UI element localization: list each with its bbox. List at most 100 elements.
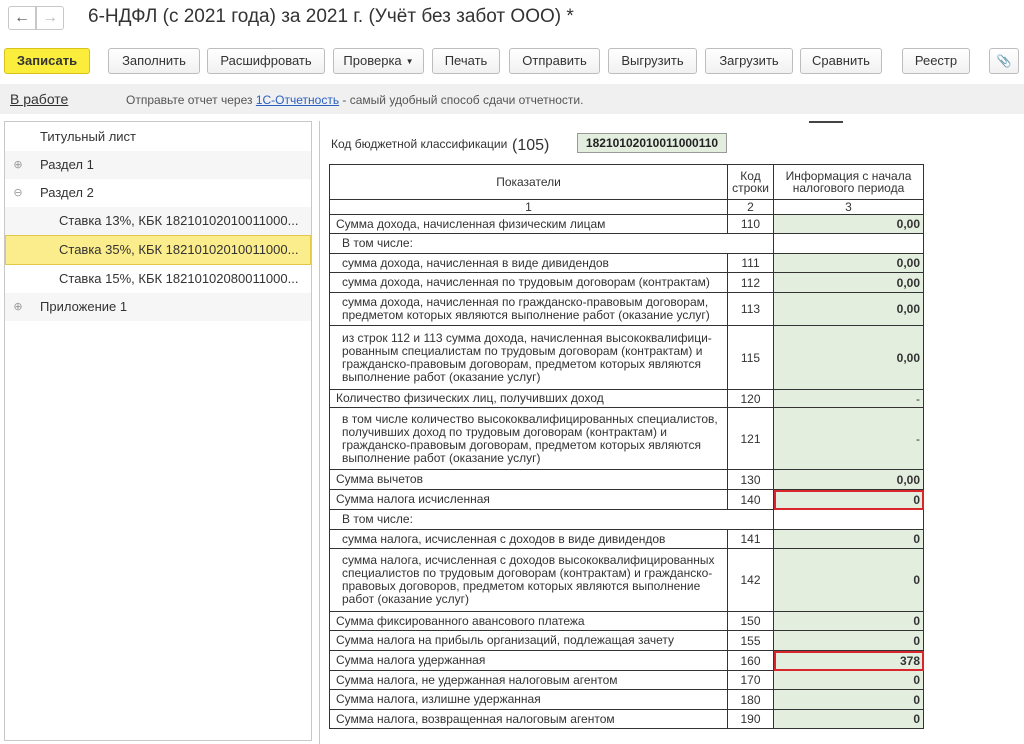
table-row-113: сумма дохода, начисленная по гражданско-… xyxy=(329,292,924,326)
tree-item-label: Ставка 35%, КБК 18210102010011000... xyxy=(59,242,299,257)
row-label: сумма налога, исчисленная с доходов в ви… xyxy=(329,529,728,549)
value-cell-120[interactable]: - xyxy=(773,389,924,408)
row-subheader: В том числе: xyxy=(329,509,774,530)
window-title: 6-НДФЛ (с 2021 года) за 2021 г. (Учёт бе… xyxy=(88,6,574,27)
print-button[interactable]: Печать xyxy=(432,48,500,74)
value-cell-141[interactable]: 0 xyxy=(773,529,924,549)
value-cell-113[interactable]: 0,00 xyxy=(773,292,924,326)
value-cell-142[interactable]: 0 xyxy=(773,548,924,612)
report-table: Показатели Код строки Информация с начал… xyxy=(329,164,924,729)
forward-arrow-icon[interactable]: → xyxy=(36,6,64,30)
value-cell-155[interactable]: 0 xyxy=(773,630,924,651)
tree-item-rate-13[interactable]: Ставка 13%, КБК 18210102010011000... xyxy=(5,207,311,235)
tree-item-section-2[interactable]: ⊖ Раздел 2 xyxy=(5,179,311,207)
tree-item-label: Ставка 13%, КБК 18210102010011000... xyxy=(59,213,299,228)
value-cell-150[interactable]: 0 xyxy=(773,611,924,631)
check-dropdown-button[interactable]: Проверка ▼ xyxy=(333,48,424,74)
value-cell-130[interactable]: 0,00 xyxy=(773,469,924,490)
column-number: 3 xyxy=(773,199,924,215)
row-code: 155 xyxy=(727,630,774,651)
row-label: Сумма дохода, начисленная физическим лиц… xyxy=(329,214,728,234)
table-row-170: Сумма налога, не удержанная налоговым аг… xyxy=(329,670,924,690)
value-cell-121[interactable]: - xyxy=(773,407,924,470)
row-label: в том числе количество высококвалифициро… xyxy=(329,407,728,470)
check-button-label: Проверка xyxy=(343,53,402,68)
row-code: 150 xyxy=(727,611,774,631)
row-label: Сумма налога на прибыль организаций, под… xyxy=(329,630,728,651)
table-row-112: сумма дохода, начисленная по трудовым до… xyxy=(329,272,924,293)
tree-item-label: Ставка 15%, КБК 18210102080011000... xyxy=(59,271,299,286)
row-label: Сумма вычетов xyxy=(329,469,728,490)
tree-item-appendix-1[interactable]: ⊕ Приложение 1 xyxy=(5,293,311,321)
table-row-150: Сумма фиксированного авансового платежа … xyxy=(329,611,924,631)
value-cell-180[interactable]: 0 xyxy=(773,689,924,710)
back-arrow-icon[interactable]: ← xyxy=(8,6,36,30)
tree-item-title-page[interactable]: Титульный лист xyxy=(5,123,311,151)
value-cell-190[interactable]: 0 xyxy=(773,709,924,729)
scroll-marker xyxy=(809,121,843,123)
column-header-period-info: Информация с начала налогового периода xyxy=(773,164,924,200)
collapse-minus-icon[interactable]: ⊖ xyxy=(12,179,24,207)
reporting-service-link[interactable]: 1С-Отчетность xyxy=(256,93,339,107)
export-button[interactable]: Выгрузить xyxy=(608,48,697,74)
attach-paperclip-icon[interactable]: 📎 xyxy=(989,48,1019,74)
compare-button[interactable]: Сравнить xyxy=(800,48,882,74)
row-code: 170 xyxy=(727,670,774,690)
table-row-190: Сумма налога, возвращенная налоговым аге… xyxy=(329,709,924,729)
row-label: Сумма налога, возвращенная налоговым аге… xyxy=(329,709,728,729)
registry-button[interactable]: Реестр xyxy=(902,48,970,74)
row-label: Сумма налога удержанная xyxy=(329,650,728,671)
row-label: сумма налога, исчисленная с доходов высо… xyxy=(329,548,728,612)
row-code: 140 xyxy=(727,489,774,510)
tree-item-label: Раздел 1 xyxy=(40,157,94,172)
expand-plus-icon[interactable]: ⊕ xyxy=(12,293,24,321)
value-cell-111[interactable]: 0,00 xyxy=(773,253,924,273)
row-code: 113 xyxy=(727,292,774,326)
table-row-155: Сумма налога на прибыль организаций, под… xyxy=(329,630,924,651)
table-row-142: сумма налога, исчисленная с доходов высо… xyxy=(329,548,924,612)
decode-button[interactable]: Расшифровать xyxy=(207,48,325,74)
kbk-line-code: (105) xyxy=(512,137,550,154)
value-cell-140[interactable]: 0 xyxy=(773,489,924,510)
kbk-field[interactable]: 18210102010011000110 xyxy=(577,133,727,153)
value-cell-110[interactable]: 0,00 xyxy=(773,214,924,234)
send-button[interactable]: Отправить xyxy=(509,48,600,74)
status-link[interactable]: В работе xyxy=(10,91,68,107)
expand-plus-icon[interactable]: ⊕ xyxy=(12,151,24,179)
import-button[interactable]: Загрузить xyxy=(705,48,793,74)
table-row-110: Сумма дохода, начисленная физическим лиц… xyxy=(329,214,924,234)
tree-item-rate-35[interactable]: Ставка 35%, КБК 18210102010011000... xyxy=(5,235,311,265)
row-code: 190 xyxy=(727,709,774,729)
fill-button[interactable]: Заполнить xyxy=(108,48,200,74)
tree-item-section-1[interactable]: ⊕ Раздел 1 xyxy=(5,151,311,179)
row-label: Сумма налога исчисленная xyxy=(329,489,728,510)
tree-item-label: Приложение 1 xyxy=(40,299,128,314)
info-text-before: Отправьте отчет через xyxy=(126,93,256,107)
table-row-121: в том числе количество высококвалифициро… xyxy=(329,407,924,470)
info-bar: В работе Отправьте отчет через 1С-Отчетн… xyxy=(0,84,1024,114)
save-button[interactable]: Записать xyxy=(4,48,90,74)
title-bar: ← → 6-НДФЛ (с 2021 года) за 2021 г. (Учё… xyxy=(0,0,1024,38)
row-label: из строк 112 и 113 сумма дохода, начисле… xyxy=(329,325,728,390)
row-code: 130 xyxy=(727,469,774,490)
row-code: 110 xyxy=(727,214,774,234)
tree-item-rate-15[interactable]: Ставка 15%, КБК 18210102080011000... xyxy=(5,265,311,293)
value-cell-170[interactable]: 0 xyxy=(773,670,924,690)
column-number: 2 xyxy=(727,199,774,215)
row-label: сумма дохода, начисленная в виде дивиден… xyxy=(329,253,728,273)
row-label: Сумма налога, не удержанная налоговым аг… xyxy=(329,670,728,690)
value-cell-160[interactable]: 378 xyxy=(773,650,924,671)
table-row-111: сумма дохода, начисленная в виде дивиден… xyxy=(329,253,924,273)
empty-cell xyxy=(773,509,924,530)
row-label: Количество физических лиц, получивших до… xyxy=(329,389,728,408)
row-label: Сумма фиксированного авансового платежа xyxy=(329,611,728,631)
row-code: 115 xyxy=(727,325,774,390)
value-cell-115[interactable]: 0,00 xyxy=(773,325,924,390)
value-cell-112[interactable]: 0,00 xyxy=(773,272,924,293)
column-header-line-code: Код строки xyxy=(727,164,774,200)
row-code: 142 xyxy=(727,548,774,612)
toolbar: Записать Заполнить Расшифровать Проверка… xyxy=(0,48,1024,78)
table-row-160: Сумма налога удержанная 160 378 xyxy=(329,650,924,671)
table-row-140: Сумма налога исчисленная 140 0 xyxy=(329,489,924,510)
info-message: Отправьте отчет через 1С-Отчетность - са… xyxy=(126,93,583,107)
